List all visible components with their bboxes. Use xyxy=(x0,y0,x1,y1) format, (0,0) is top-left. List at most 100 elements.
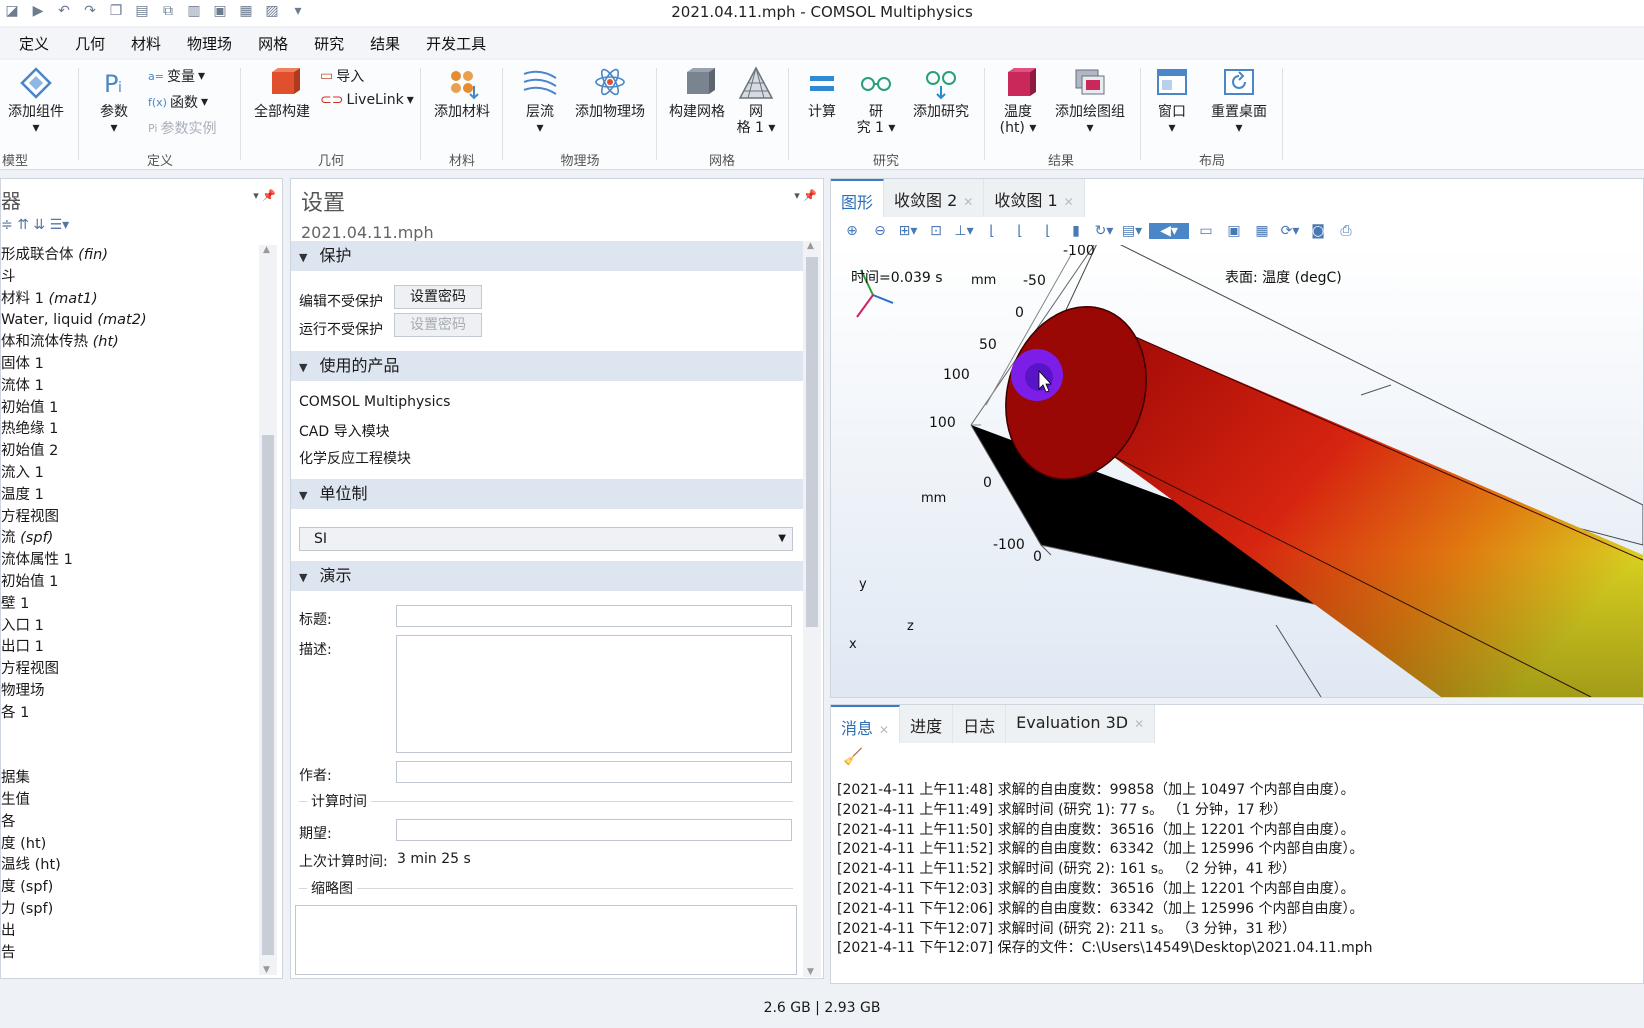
view-xy-icon[interactable]: ⌊ xyxy=(981,223,1003,239)
refresh-icon[interactable]: ⟳▾ xyxy=(1279,223,1301,239)
tree-node[interactable]: 度 (ht) xyxy=(1,834,261,856)
section-unit-system[interactable]: ▼ 单位制 xyxy=(291,479,803,509)
grid-icon[interactable]: ▦ xyxy=(1251,223,1273,239)
add-study-button[interactable]: 添加研究 xyxy=(908,66,974,120)
tab-graphics[interactable]: 图形 xyxy=(831,179,885,217)
tree-node[interactable]: 流体 1 xyxy=(1,376,261,398)
menu-developer[interactable]: 开发工具 xyxy=(413,28,499,58)
livelink-button[interactable]: ⊂⊃ LiveLink ▾ xyxy=(320,92,414,108)
expand-icon[interactable]: ≑ xyxy=(1,217,13,233)
add-physics-button[interactable]: 添加物理场 xyxy=(570,66,650,120)
unit-system-select[interactable]: SI ▼ xyxy=(299,527,793,551)
menu-geometry[interactable]: 几何 xyxy=(62,28,118,58)
tree-node[interactable]: 出 xyxy=(1,921,261,943)
tab-evaluation-3d[interactable]: Evaluation 3D ✕ xyxy=(1006,705,1156,743)
tree-node[interactable]: 斗 xyxy=(1,267,261,289)
tree-node[interactable]: 各 xyxy=(1,812,261,834)
zoom-in-icon[interactable]: ⊕ xyxy=(841,223,863,239)
scene-light-icon[interactable]: ◀▾ xyxy=(1149,223,1189,239)
tree-node[interactable]: 告 xyxy=(1,943,261,965)
camera-icon[interactable]: ◙ xyxy=(1307,223,1329,239)
close-icon[interactable]: ✕ xyxy=(963,195,973,209)
tree-node[interactable]: 流 (spf) xyxy=(1,528,261,550)
print-icon[interactable]: ⎙ xyxy=(1335,223,1357,239)
view-3d-icon[interactable]: ▮ xyxy=(1065,223,1087,239)
zoom-box-icon[interactable]: ⊞▾ xyxy=(897,223,919,239)
mesh1-button[interactable]: 网 格 1 ▾ xyxy=(734,66,778,136)
tree-node[interactable]: 方程视图 xyxy=(1,507,261,529)
tree-node[interactable]: 入口 1 xyxy=(1,616,261,638)
zoom-out-icon[interactable]: ⊖ xyxy=(869,223,891,239)
expected-input[interactable] xyxy=(396,819,792,841)
tab-messages[interactable]: 消息 ✕ xyxy=(831,705,901,743)
tree-node[interactable]: 初始值 2 xyxy=(1,441,261,463)
transparency-icon[interactable]: ▭ xyxy=(1195,223,1217,239)
tree-node[interactable]: 流体属性 1 xyxy=(1,550,261,572)
axis-icon[interactable]: ⊥▾ xyxy=(953,223,975,239)
tree-node[interactable]: 流入 1 xyxy=(1,463,261,485)
section-protection[interactable]: ▼ 保护 xyxy=(291,241,803,271)
list-icon[interactable]: ☰▾ xyxy=(50,217,70,233)
menu-results[interactable]: 结果 xyxy=(357,28,413,58)
tree-node[interactable]: 据集 xyxy=(1,768,261,790)
import-button[interactable]: ▭ 导入 xyxy=(320,66,364,86)
scroll-up-icon[interactable]: ▲ xyxy=(807,241,814,251)
menu-study[interactable]: 研究 xyxy=(301,28,357,58)
title-input[interactable] xyxy=(396,605,792,627)
tree-node[interactable]: 热绝缘 1 xyxy=(1,419,261,441)
tree-scrollbar[interactable]: ▲ ▼ xyxy=(259,245,277,975)
pin-icon[interactable]: ▾ 📌 xyxy=(794,189,817,202)
tree-node[interactable]: 度 (spf) xyxy=(1,877,261,899)
settings-scroll-thumb[interactable] xyxy=(806,257,818,627)
select-icon[interactable]: ▤▾ xyxy=(1121,223,1143,239)
zoom-extents-icon[interactable]: ⊡ xyxy=(925,223,947,239)
close-icon[interactable]: ✕ xyxy=(879,723,889,737)
settings-scrollbar[interactable]: ▲ ▼ xyxy=(803,241,821,977)
tree-node[interactable]: 各 1 xyxy=(1,703,261,725)
move-down-icon[interactable]: ⇊ xyxy=(33,217,45,233)
temperature-plot-button[interactable]: 温度 (ht) ▾ xyxy=(996,66,1040,136)
tree-node[interactable] xyxy=(1,746,261,768)
set-password-run-button[interactable]: 设置密码 xyxy=(394,313,482,337)
tree-node[interactable]: 物理场 xyxy=(1,681,261,703)
tab-log[interactable]: 日志 xyxy=(953,705,1007,743)
tree-node[interactable]: 生值 xyxy=(1,790,261,812)
view-zx-icon[interactable]: ⌊ xyxy=(1037,223,1059,239)
scroll-up-icon[interactable]: ▲ xyxy=(263,245,270,255)
tree-scroll-thumb[interactable] xyxy=(262,435,274,955)
add-material-button[interactable]: 添加材料 xyxy=(430,66,494,120)
rotate-icon[interactable]: ↻▾ xyxy=(1093,223,1115,239)
thumbnail-area[interactable] xyxy=(295,905,797,975)
tree-node[interactable]: 温度 1 xyxy=(1,485,261,507)
tree-node[interactable]: 形成联合体 (fin) xyxy=(1,245,261,267)
clear-broom-icon[interactable]: 🧹 xyxy=(843,747,863,766)
menu-physics[interactable]: 物理场 xyxy=(174,28,245,58)
tree-node[interactable]: 材料 1 (mat1) xyxy=(1,289,261,311)
tree-node[interactable]: 力 (spf) xyxy=(1,899,261,921)
description-textarea[interactable] xyxy=(396,635,792,753)
functions-button[interactable]: f(x) 函数 ▾ xyxy=(148,92,208,112)
tree-node[interactable]: 方程视图 xyxy=(1,659,261,681)
tree-node[interactable]: Water, liquid (mat2) xyxy=(1,310,261,332)
study1-button[interactable]: 研 究 1 ▾ xyxy=(852,66,900,136)
move-up-icon[interactable]: ⇈ xyxy=(17,217,29,233)
tree-node[interactable]: 初始值 1 xyxy=(1,572,261,594)
section-presentation[interactable]: ▼ 演示 xyxy=(291,561,803,591)
menu-materials[interactable]: 材料 xyxy=(118,28,174,58)
menu-definitions[interactable]: 定义 xyxy=(6,28,62,58)
tree-node[interactable]: 出口 1 xyxy=(1,637,261,659)
wireframe-icon[interactable]: ▣ xyxy=(1223,223,1245,239)
tab-progress[interactable]: 进度 xyxy=(900,705,954,743)
param-instance-button[interactable]: Pi 参数实例 xyxy=(148,118,216,138)
tab-convergence-2[interactable]: 收敛图 2 ✕ xyxy=(884,179,985,217)
windows-button[interactable]: 窗口 ▾ xyxy=(1150,66,1194,136)
scroll-down-icon[interactable]: ▼ xyxy=(807,967,814,977)
scroll-down-icon[interactable]: ▼ xyxy=(263,965,270,975)
graphics-viewport[interactable]: 时间=0.039 s 表面: 温度 (degC) -100 -50 0 50 1… xyxy=(831,245,1643,697)
laminar-flow-button[interactable]: 层流 ▾ xyxy=(512,66,568,136)
tree-node[interactable]: 壁 1 xyxy=(1,594,261,616)
build-all-button[interactable]: 全部构建 xyxy=(250,66,314,120)
section-products[interactable]: ▼ 使用的产品 xyxy=(291,351,803,381)
add-component-button[interactable]: 添加组件 ▾ xyxy=(4,66,68,136)
tree-node[interactable] xyxy=(1,725,261,747)
